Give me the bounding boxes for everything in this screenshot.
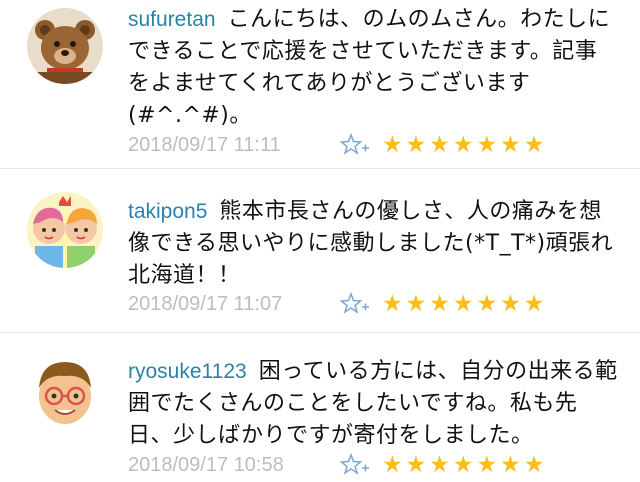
add-star-icon[interactable]: [340, 452, 370, 478]
cartoon-kids-avatar[interactable]: [27, 192, 103, 268]
star-icon: ★: [452, 452, 474, 478]
star-rating: ★ ★ ★ ★ ★ ★ ★: [382, 452, 544, 478]
divider: [0, 332, 640, 333]
add-star-icon[interactable]: [340, 132, 370, 158]
star-icon: ★: [405, 291, 427, 317]
timestamp: 2018/09/17 11:07: [128, 292, 283, 315]
username-link[interactable]: sufuretan: [128, 8, 216, 31]
star-icon: ★: [500, 291, 521, 317]
boy-with-glasses-avatar[interactable]: [27, 354, 103, 430]
comment-body: takipon5 熊本市長さんの優しさ、人の痛みを想像できる思いやりに感動しました…: [128, 196, 618, 292]
star-icon: ★: [476, 291, 498, 317]
comment-meta: 2018/09/17 11:07 ★ ★ ★ ★ ★ ★ ★: [128, 289, 544, 319]
star-icon: ★: [429, 132, 450, 158]
comment-meta: 2018/09/17 10:58 ★ ★ ★ ★ ★ ★ ★: [128, 450, 544, 480]
star-icon: ★: [523, 291, 545, 317]
teddy-bear-icon: [27, 8, 103, 84]
boy-with-glasses-icon: [27, 354, 103, 430]
star-icon: ★: [452, 132, 474, 158]
comment-meta: 2018/09/17 11:11 ★ ★ ★ ★ ★ ★ ★: [128, 130, 544, 160]
star-icon: ★: [523, 452, 545, 478]
timestamp: 2018/09/17 10:58: [128, 453, 284, 476]
star-icon: ★: [523, 132, 545, 158]
cartoon-kids-icon: [27, 192, 103, 268]
star-icon: ★: [382, 132, 403, 158]
teddy-bear-avatar[interactable]: [27, 8, 103, 84]
username-link[interactable]: ryosuke1123: [128, 360, 247, 383]
star-icon: ★: [382, 452, 403, 478]
divider: [0, 168, 640, 169]
star-icon: ★: [476, 132, 498, 158]
comment-body: ryosuke1123 困っている方には、自分の出来る範囲でたくさんのことをしたい…: [128, 356, 618, 452]
star-icon: ★: [405, 452, 427, 478]
star-icon: ★: [452, 291, 474, 317]
add-star-icon[interactable]: [340, 291, 370, 317]
star-icon: ★: [429, 291, 450, 317]
comment-body: sufuretan こんにちは、のムのムさん。わたしにできることで応援をさせていた…: [128, 4, 618, 132]
username-link[interactable]: takipon5: [128, 200, 207, 223]
star-icon: ★: [500, 452, 521, 478]
star-icon: ★: [500, 132, 521, 158]
star-icon: ★: [405, 132, 427, 158]
star-rating: ★ ★ ★ ★ ★ ★ ★: [382, 132, 544, 158]
star-rating: ★ ★ ★ ★ ★ ★ ★: [382, 291, 544, 317]
star-icon: ★: [382, 291, 403, 317]
star-icon: ★: [429, 452, 450, 478]
star-icon: ★: [476, 452, 498, 478]
timestamp: 2018/09/17 11:11: [128, 133, 281, 156]
